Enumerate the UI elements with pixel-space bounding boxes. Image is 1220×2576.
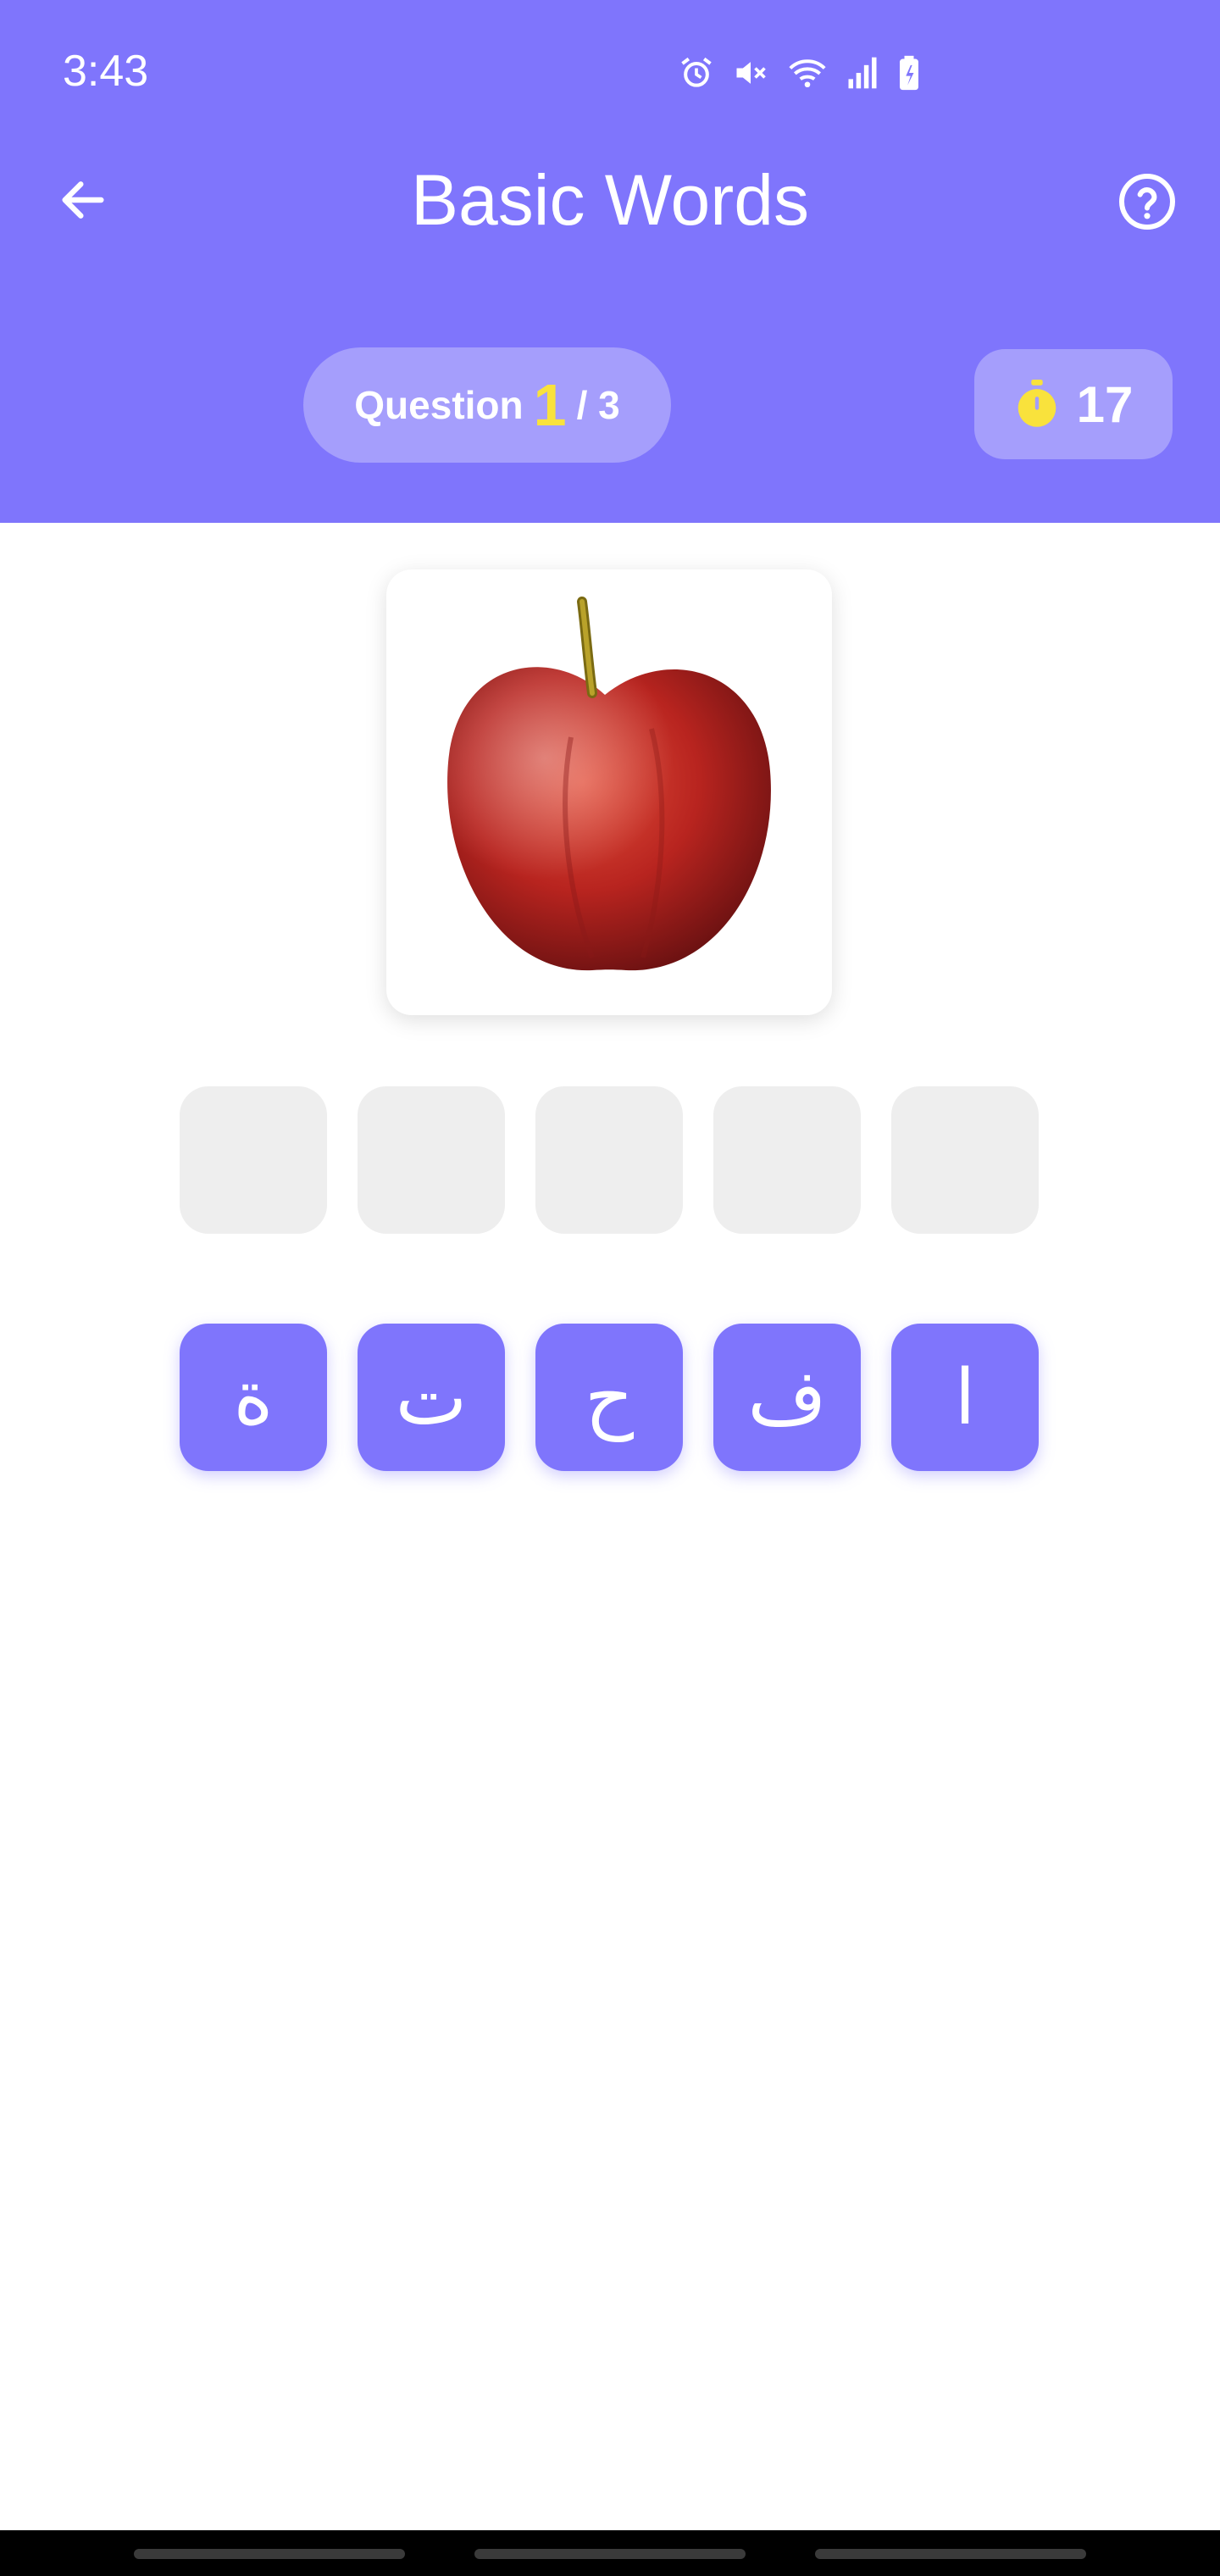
answer-slot[interactable] [535, 1086, 683, 1234]
answer-slot[interactable] [358, 1086, 505, 1234]
app-header: 3:43 Basic Words Question 1 / 3 17 [0, 0, 1220, 523]
help-circle-icon [1119, 174, 1175, 230]
mute-icon [736, 62, 766, 84]
nav-handle[interactable] [474, 2549, 746, 2559]
question-current: 1 [533, 372, 567, 438]
letter-tile[interactable]: ف [713, 1324, 861, 1471]
status-icons [678, 53, 922, 93]
page-title: Basic Words [411, 160, 809, 240]
question-progress: Question 1 / 3 [303, 347, 671, 463]
answer-slots [180, 1086, 1040, 1234]
answer-slot[interactable] [713, 1086, 861, 1234]
answer-slot[interactable] [891, 1086, 1039, 1234]
help-button[interactable] [1117, 171, 1178, 232]
stopwatch-icon [1018, 380, 1056, 427]
letter-tiles: ة ت ح ف ا [180, 1324, 1040, 1471]
nav-handle[interactable] [134, 2549, 405, 2559]
wifi-icon [789, 59, 826, 88]
letter-tile[interactable]: ت [358, 1324, 505, 1471]
system-nav-bar [0, 2530, 1220, 2576]
timer-badge: 17 [974, 349, 1173, 459]
status-time: 3:43 [63, 47, 149, 96]
battery-icon [900, 55, 918, 91]
alarm-icon [681, 57, 712, 87]
signal-icon [848, 57, 877, 89]
letter-tile[interactable]: ة [180, 1324, 327, 1471]
question-total: / 3 [576, 383, 620, 427]
question-label: Question [354, 383, 524, 427]
nav-handle[interactable] [815, 2549, 1086, 2559]
timer-value: 17 [1076, 375, 1134, 433]
word-image-card [386, 569, 832, 1015]
letter-tile[interactable]: ح [535, 1324, 683, 1471]
answer-slot[interactable] [180, 1086, 327, 1234]
letter-tile[interactable]: ا [891, 1324, 1039, 1471]
apple-image [447, 597, 771, 971]
